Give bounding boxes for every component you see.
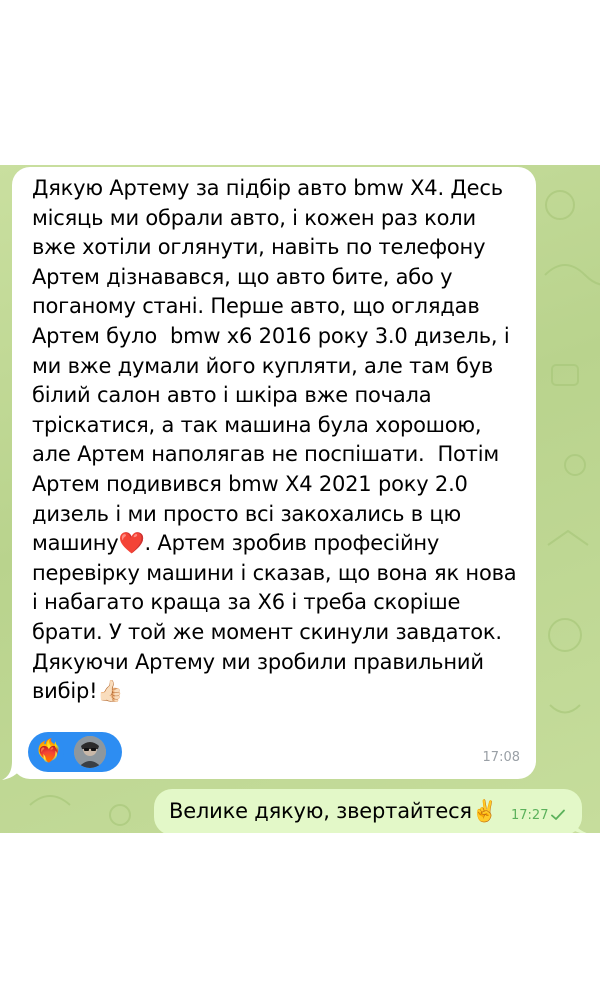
incoming-message-time: 17:08 xyxy=(482,750,520,765)
outgoing-message-time: 17:27 xyxy=(511,808,549,823)
reactor-avatar xyxy=(74,736,106,768)
outgoing-message-text: Велике дякую, звертайтеся✌️ xyxy=(169,799,498,823)
incoming-message-text: Дякую Артему за підбір авто bmw X4. Десь… xyxy=(32,176,517,704)
outgoing-message-bubble[interactable]: Велике дякую, звертайтеся✌️ 17:27 xyxy=(154,789,582,833)
reaction-pill[interactable]: ❤️‍🔥 xyxy=(28,732,122,772)
chat-area: Дякую Артему за підбір авто bmw X4. Десь… xyxy=(0,165,600,833)
incoming-message-bubble[interactable]: Дякую Артему за підбір авто bmw X4. Десь… xyxy=(12,167,536,779)
single-check-icon xyxy=(551,809,565,820)
fire-heart-reaction-icon: ❤️‍🔥 xyxy=(34,737,64,767)
